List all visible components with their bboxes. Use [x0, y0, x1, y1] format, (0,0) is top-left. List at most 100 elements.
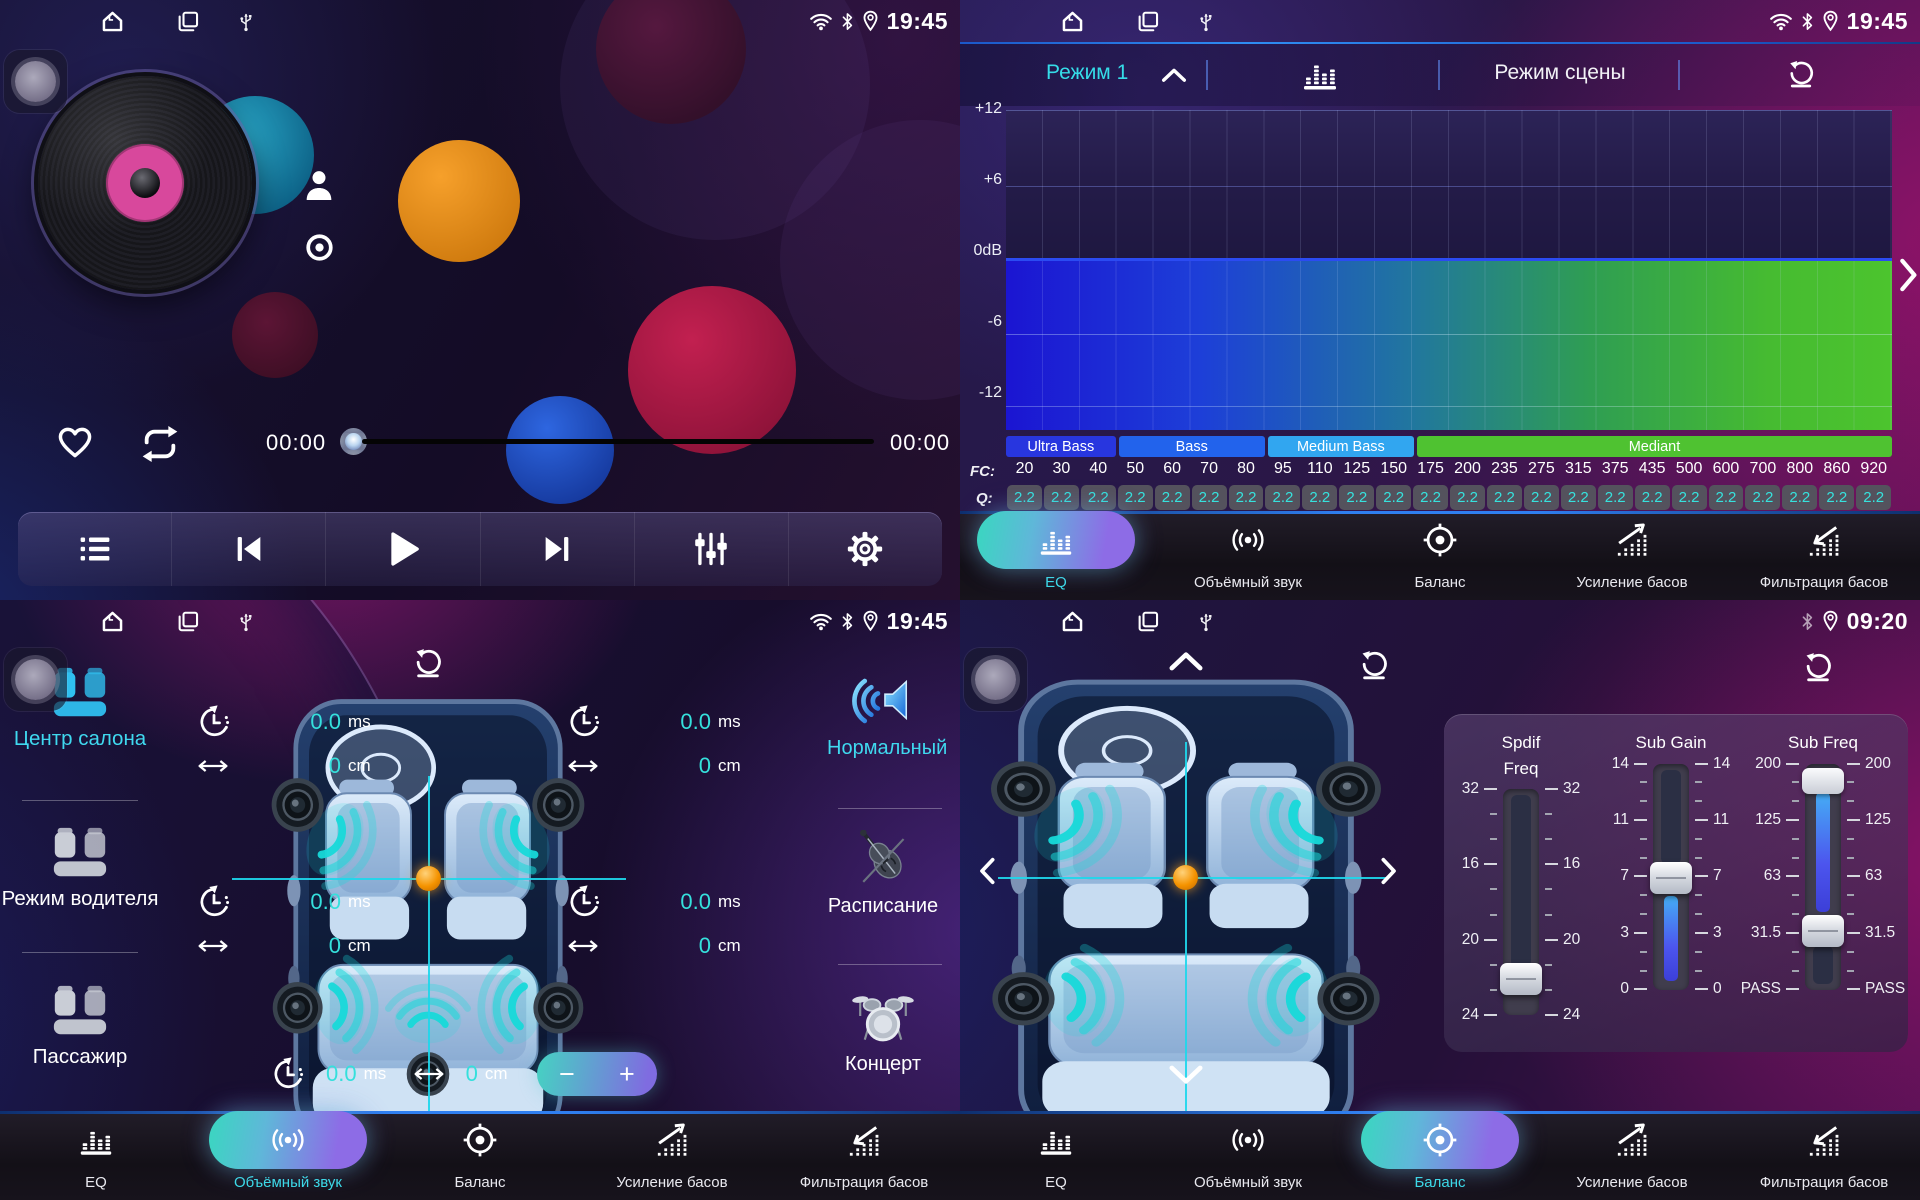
reset-icon[interactable] [412, 646, 444, 680]
q-value[interactable]: 2.2 [1635, 485, 1670, 510]
q-value[interactable]: 2.2 [1856, 485, 1891, 510]
home-icon[interactable] [1059, 608, 1086, 635]
floating-widget-button[interactable] [4, 648, 67, 711]
position-item-passenger[interactable]: Пассажир [0, 984, 160, 1069]
previous-button[interactable] [171, 512, 325, 586]
slider-thumb[interactable] [1650, 862, 1692, 894]
chevron-up-icon[interactable] [1166, 650, 1206, 672]
position-item-driver[interactable]: Режим водителя [0, 826, 160, 911]
q-value[interactable]: 2.2 [1155, 485, 1190, 510]
q-value[interactable]: 2.2 [1339, 485, 1374, 510]
q-value[interactable]: 2.2 [1672, 485, 1707, 510]
eq-bars-icon[interactable] [1300, 56, 1340, 92]
chevron-down-icon[interactable] [1166, 1064, 1206, 1086]
back-icon[interactable] [26, 10, 49, 33]
slider-thumb[interactable] [1500, 963, 1542, 995]
slider-track[interactable] [1503, 789, 1539, 1015]
tab-surround[interactable]: Объёмный звук [1152, 1111, 1344, 1200]
q-values-row: 2.22.22.22.22.22.22.22.22.22.22.22.22.22… [1006, 485, 1892, 510]
slider-thumb[interactable] [1802, 915, 1844, 947]
tab-balance[interactable]: Баланс [1344, 1111, 1536, 1200]
progress-track[interactable] [362, 439, 874, 444]
q-value[interactable]: 2.2 [1376, 485, 1411, 510]
back-icon[interactable] [986, 10, 1009, 33]
tab-bass-boost[interactable]: Усиление басов [1536, 1111, 1728, 1200]
q-value[interactable]: 2.2 [1450, 485, 1485, 510]
album-icon[interactable] [303, 231, 336, 264]
next-button[interactable] [480, 512, 634, 586]
q-value[interactable]: 2.2 [1044, 485, 1079, 510]
q-value[interactable]: 2.2 [1524, 485, 1559, 510]
decrease-button[interactable]: − [537, 1052, 597, 1096]
balance-icon [1421, 1122, 1459, 1158]
chevron-left-icon[interactable] [964, 856, 1010, 886]
preset-item-concert[interactable]: Концерт [820, 988, 946, 1076]
eq-sliders-button[interactable] [634, 512, 788, 586]
elapsed-time: 00:00 [266, 430, 326, 456]
fc-value: 80 [1228, 460, 1265, 478]
home-icon[interactable] [99, 8, 126, 35]
reset-icon[interactable] [1802, 650, 1834, 684]
tab-eq[interactable]: EQ [960, 1111, 1152, 1200]
increase-button[interactable]: + [597, 1052, 657, 1096]
tab-bass-filter[interactable]: Фильтрация басов [1728, 1111, 1920, 1200]
listening-point-marker[interactable] [416, 866, 441, 891]
playlist-button[interactable] [18, 512, 171, 586]
tab-balance[interactable]: Баланс [384, 1111, 576, 1200]
back-icon[interactable] [986, 610, 1009, 633]
tab-bass-boost[interactable]: Усиление басов [576, 1111, 768, 1200]
recent-apps-icon[interactable] [1136, 9, 1161, 34]
q-value[interactable]: 2.2 [1192, 485, 1227, 510]
reset-icon[interactable] [1786, 58, 1816, 90]
q-value[interactable]: 2.2 [1561, 485, 1596, 510]
preset-selector[interactable]: Режим 1 [1046, 61, 1128, 85]
tab-balance[interactable]: Баланс [1344, 511, 1536, 600]
q-value[interactable]: 2.2 [1265, 485, 1300, 510]
slider-top-cap[interactable] [1802, 768, 1844, 794]
settings-button[interactable] [788, 512, 942, 586]
q-value[interactable]: 2.2 [1118, 485, 1153, 510]
scene-mode-button[interactable]: Режим сцены [1460, 61, 1660, 85]
home-icon[interactable] [99, 608, 126, 635]
play-button[interactable] [325, 512, 479, 586]
floating-widget-button[interactable] [4, 50, 67, 113]
repeat-icon[interactable] [137, 424, 183, 464]
tab-bass-filter[interactable]: Фильтрация басов [1728, 511, 1920, 600]
q-value[interactable]: 2.2 [1229, 485, 1264, 510]
q-value[interactable]: 2.2 [1709, 485, 1744, 510]
tab-eq[interactable]: EQ [0, 1111, 192, 1200]
back-icon[interactable] [26, 610, 49, 633]
chevron-right-icon[interactable] [1366, 856, 1412, 886]
next-page-arrow[interactable] [1898, 258, 1918, 292]
q-value[interactable]: 2.2 [1745, 485, 1780, 510]
distance-icon [196, 938, 230, 954]
preset-item-normal[interactable]: Нормальный [820, 672, 946, 760]
slider-track[interactable] [1653, 764, 1689, 990]
floating-widget-button[interactable] [964, 648, 1027, 711]
balance-point-marker[interactable] [1173, 865, 1198, 890]
artist-icon[interactable] [299, 166, 339, 206]
favorite-icon[interactable] [56, 424, 94, 460]
tab-surround[interactable]: Объёмный звук [192, 1111, 384, 1200]
q-value[interactable]: 2.2 [1487, 485, 1522, 510]
recent-apps-icon[interactable] [176, 609, 201, 634]
tab-eq[interactable]: EQ [960, 511, 1152, 600]
tab-bass-filter[interactable]: Фильтрация басов [768, 1111, 960, 1200]
q-value[interactable]: 2.2 [1598, 485, 1633, 510]
preset-item-schedule[interactable]: Расписание [820, 830, 946, 918]
recent-apps-icon[interactable] [1136, 609, 1161, 634]
q-value[interactable]: 2.2 [1413, 485, 1448, 510]
home-icon[interactable] [1059, 8, 1086, 35]
q-value[interactable]: 2.2 [1782, 485, 1817, 510]
vinyl-record [38, 76, 252, 290]
reset-icon[interactable] [1358, 648, 1390, 682]
q-value[interactable]: 2.2 [1081, 485, 1116, 510]
chevron-up-icon[interactable] [1160, 67, 1188, 83]
q-value[interactable]: 2.2 [1007, 485, 1042, 510]
tab-bass-boost[interactable]: Усиление басов [1536, 511, 1728, 600]
q-value[interactable]: 2.2 [1302, 485, 1337, 510]
q-value[interactable]: 2.2 [1819, 485, 1854, 510]
recent-apps-icon[interactable] [176, 9, 201, 34]
slider-track[interactable] [1805, 764, 1841, 990]
tab-surround[interactable]: Объёмный звук [1152, 511, 1344, 600]
